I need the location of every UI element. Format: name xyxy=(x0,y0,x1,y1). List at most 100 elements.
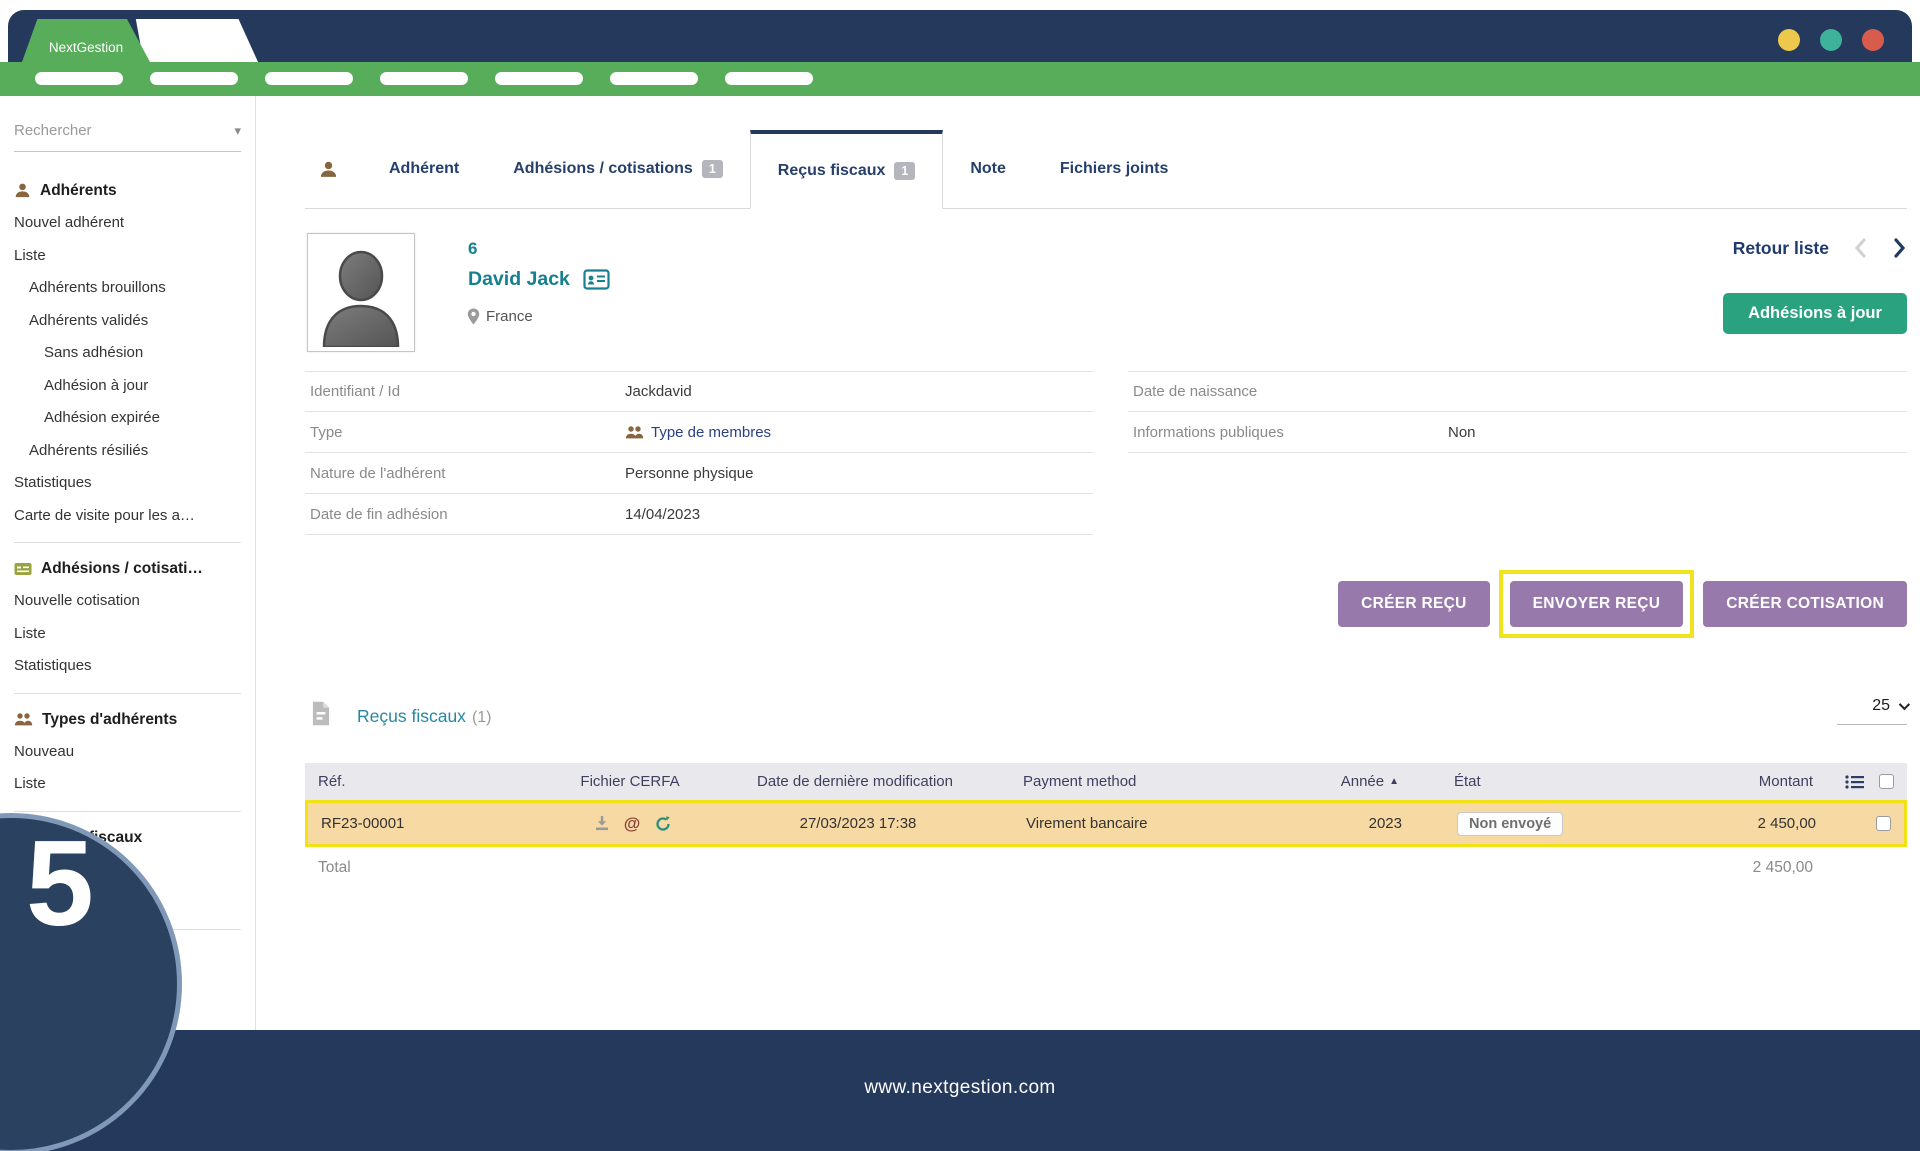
receipt-status: Non envoyé xyxy=(1408,812,1693,836)
type-de-membres-link[interactable]: Type de membres xyxy=(625,424,771,441)
sidebar-section-types-adherents[interactable]: Types d'adhérents xyxy=(0,703,255,736)
envoyer-recu-button[interactable]: ENVOYER REÇU xyxy=(1510,581,1684,627)
row-checkbox[interactable] xyxy=(1876,816,1891,831)
next-record-icon[interactable] xyxy=(1892,236,1907,260)
nav-pill-4[interactable] xyxy=(380,72,468,85)
creer-recu-button[interactable]: CRÉER REÇU xyxy=(1338,581,1489,627)
highlight-box: ENVOYER REÇU xyxy=(1499,570,1695,638)
nav-pill-6[interactable] xyxy=(610,72,698,85)
sidebar-item-nouvelle-cotisation[interactable]: Nouvelle cotisation xyxy=(0,585,255,618)
sort-asc-icon: ▲ xyxy=(1389,776,1399,787)
list-navigation: Retour liste xyxy=(1733,236,1907,260)
creer-cotisation-button[interactable]: CRÉER COTISATION xyxy=(1703,581,1907,627)
sidebar-divider xyxy=(14,693,241,694)
sidebar-item-liste-adherents[interactable]: Liste xyxy=(0,240,255,273)
window-dot-teal[interactable] xyxy=(1820,29,1842,51)
table-total-row: Total 2 450,00 xyxy=(305,847,1907,889)
sidebar-section-adherents[interactable]: Adhérents xyxy=(0,174,255,207)
col-date-modification[interactable]: Date de dernière modification xyxy=(700,773,1010,790)
adhesions-a-jour-badge-button[interactable]: Adhésions à jour xyxy=(1723,293,1907,334)
receipt-payment: Virement bancaire xyxy=(1013,815,1323,832)
brand-tab[interactable]: NextGestion xyxy=(22,19,150,62)
retour-liste-link[interactable]: Retour liste xyxy=(1733,238,1829,259)
brand-label: NextGestion xyxy=(49,40,123,55)
blank-tab[interactable] xyxy=(128,19,258,62)
regenerate-icon[interactable] xyxy=(654,815,672,833)
sidebar-item-nouveau-type[interactable]: Nouveau xyxy=(0,736,255,769)
sidebar-divider xyxy=(14,811,241,812)
sidebar-item-adherents-resilies[interactable]: Adhérents résiliés xyxy=(0,435,255,468)
footer-bar: www.nextgestion.com xyxy=(0,1030,1920,1151)
browser-top-bar: NextGestion xyxy=(8,10,1912,62)
receipt-ref: RF23-00001 xyxy=(308,815,563,832)
section-title: Adhésions / cotisati… xyxy=(41,552,203,585)
avatar xyxy=(307,233,415,352)
select-all-checkbox[interactable] xyxy=(1879,774,1894,789)
column-list-icon[interactable] xyxy=(1845,774,1865,790)
people-icon xyxy=(14,712,33,727)
sidebar-item-adherents-brouillons[interactable]: Adhérents brouillons xyxy=(0,272,255,305)
sidebar-item-adherents-valides[interactable]: Adhérents validés xyxy=(0,305,255,338)
sidebar-item-liste-cotisations[interactable]: Liste xyxy=(0,618,255,651)
nav-pill-3[interactable] xyxy=(265,72,353,85)
id-card-icon[interactable] xyxy=(583,269,610,290)
window-dot-yellow[interactable] xyxy=(1778,29,1800,51)
col-ref[interactable]: Réf. xyxy=(305,773,560,790)
section-title: Adhérents xyxy=(40,174,117,207)
nav-pill-2[interactable] xyxy=(150,72,238,85)
receipts-count: (1) xyxy=(472,709,492,726)
col-montant[interactable]: Montant xyxy=(1690,773,1822,790)
main-nav-bar xyxy=(0,62,1920,96)
col-fichier-cerfa[interactable]: Fichier CERFA xyxy=(560,773,700,790)
app-window: NextGestion ▾ Adhérents Nouvel adhérent … xyxy=(0,0,1920,1151)
sidebar-search[interactable]: ▾ xyxy=(14,122,241,152)
nav-pill-5[interactable] xyxy=(495,72,583,85)
receipt-actions: CRÉER REÇU ENVOYER REÇU CRÉER COTISATION xyxy=(1338,570,1907,638)
person-icon xyxy=(14,182,31,199)
sidebar-item-carte-de-visite[interactable]: Carte de visite pour les a… xyxy=(0,500,255,533)
col-annee[interactable]: Année ▲ xyxy=(1320,773,1405,790)
nav-pill-1[interactable] xyxy=(35,72,123,85)
page-size-select[interactable]: 25 xyxy=(1837,697,1907,725)
document-icon xyxy=(310,700,332,727)
sidebar-item-adhesion-expiree[interactable]: Adhésion expirée xyxy=(0,402,255,435)
tab-adhesions-cotisations[interactable]: Adhésions / cotisations 1 xyxy=(486,160,750,178)
sidebar-item-nouvel-adherent[interactable]: Nouvel adhérent xyxy=(0,207,255,240)
previous-record-icon[interactable] xyxy=(1853,236,1868,260)
details-right: Date de naissance Informations publiques… xyxy=(1128,371,1907,453)
record-tabs: Adhérent Adhésions / cotisations 1 Reçus… xyxy=(305,130,1907,209)
detail-row-naissance: Date de naissance xyxy=(1128,371,1907,412)
receipt-amount: 2 450,00 xyxy=(1693,815,1825,832)
sidebar-section-adhesions[interactable]: Adhésions / cotisati… xyxy=(0,552,255,585)
tab-count-badge: 1 xyxy=(702,160,723,178)
detail-row-infos-publiques: Informations publiques Non xyxy=(1128,412,1907,453)
detail-row-nature: Nature de l'adhérent Personne physique xyxy=(305,453,1093,494)
receipts-section-header: Reçus fiscaux(1) xyxy=(310,700,492,727)
sidebar-item-statistiques-adherents[interactable]: Statistiques xyxy=(0,467,255,500)
sidebar-item-sans-adhesion[interactable]: Sans adhésion xyxy=(0,337,255,370)
total-amount: 2 450,00 xyxy=(1690,859,1822,877)
window-dot-red[interactable] xyxy=(1862,29,1884,51)
member-name: David Jack xyxy=(468,268,610,291)
sidebar-item-adhesion-a-jour[interactable]: Adhésion à jour xyxy=(0,370,255,403)
tab-recus-fiscaux[interactable]: Reçus fiscaux 1 xyxy=(750,130,944,209)
sidebar-item-liste-types[interactable]: Liste xyxy=(0,768,255,801)
download-icon[interactable] xyxy=(594,815,610,832)
tab-adherent[interactable]: Adhérent xyxy=(362,160,486,178)
col-etat[interactable]: État xyxy=(1405,773,1690,790)
detail-row-date-fin: Date de fin adhésion 14/04/2023 xyxy=(305,494,1093,535)
tab-fichiers-joints[interactable]: Fichiers joints xyxy=(1033,160,1195,178)
sidebar-item-statistiques-cotisations[interactable]: Statistiques xyxy=(0,650,255,683)
receipt-file-actions: @ xyxy=(563,814,703,834)
send-email-icon[interactable]: @ xyxy=(624,814,641,834)
nav-pill-7[interactable] xyxy=(725,72,813,85)
search-dropdown-caret-icon[interactable]: ▾ xyxy=(234,123,241,139)
search-input[interactable] xyxy=(14,122,194,139)
people-icon xyxy=(625,425,644,440)
total-label: Total xyxy=(305,859,560,877)
col-payment-method[interactable]: Payment method xyxy=(1010,773,1320,790)
table-row[interactable]: RF23-00001 @ 27/03/2023 17:38 Virement b… xyxy=(305,800,1907,847)
tab-note[interactable]: Note xyxy=(943,160,1033,178)
receipt-year: 2023 xyxy=(1323,815,1408,832)
row-tools xyxy=(1825,816,1904,831)
